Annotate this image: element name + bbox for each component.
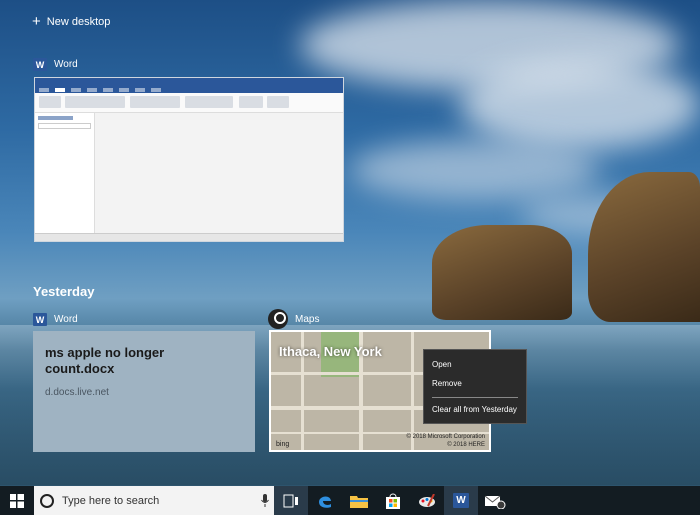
new-desktop-button[interactable]: + New desktop — [32, 14, 110, 29]
current-window-app-name: Word — [54, 59, 78, 70]
store-icon[interactable] — [376, 486, 410, 515]
word-app-icon: W — [33, 313, 47, 326]
windows-start-icon[interactable] — [0, 486, 34, 515]
timeline-section-heading: Yesterday — [33, 284, 95, 299]
maps-card-header: Maps — [268, 309, 319, 329]
context-menu: Open Remove Clear all from Yesterday — [423, 349, 527, 424]
mail-icon[interactable] — [478, 486, 512, 515]
word-card-app-name: Word — [54, 314, 78, 325]
activity-card-title: Ithaca, New York — [279, 344, 382, 359]
activity-card-title: ms apple no longer count.docx — [45, 345, 165, 376]
bing-logo: bing — [276, 441, 290, 448]
cortana-icon — [40, 493, 54, 508]
menu-divider — [432, 397, 518, 398]
current-window-header: W Word — [33, 58, 78, 71]
maps-card-app-name: Maps — [295, 313, 320, 325]
taskbar: Type here to search W — [0, 486, 700, 515]
word-icon[interactable]: W — [444, 486, 478, 515]
task-view-icon[interactable] — [274, 486, 308, 515]
edge-icon[interactable] — [308, 486, 342, 515]
map-copyright: © 2018 Microsoft Corporation © 2018 HERE — [406, 434, 485, 448]
menu-item-remove[interactable]: Remove — [432, 379, 462, 388]
menu-item-clear-all[interactable]: Clear all from Yesterday — [432, 405, 517, 414]
search-placeholder: Type here to search — [62, 494, 160, 507]
word-card-header: W Word — [33, 313, 78, 326]
plus-icon: + — [32, 13, 41, 30]
word-window-thumbnail[interactable] — [34, 77, 344, 242]
activity-card-source: d.docs.live.net — [45, 387, 109, 398]
paint-icon[interactable] — [410, 486, 444, 515]
taskbar-search-box[interactable]: Type here to search — [34, 486, 274, 515]
word-app-icon: W — [33, 58, 47, 71]
maps-app-icon — [268, 309, 288, 329]
new-desktop-label: New desktop — [46, 15, 111, 28]
menu-item-open[interactable]: Open — [432, 360, 452, 369]
activity-card-word[interactable]: ms apple no longer count.docx d.docs.liv… — [33, 331, 255, 452]
microphone-icon[interactable] — [256, 493, 274, 508]
file-explorer-icon[interactable] — [342, 486, 376, 515]
